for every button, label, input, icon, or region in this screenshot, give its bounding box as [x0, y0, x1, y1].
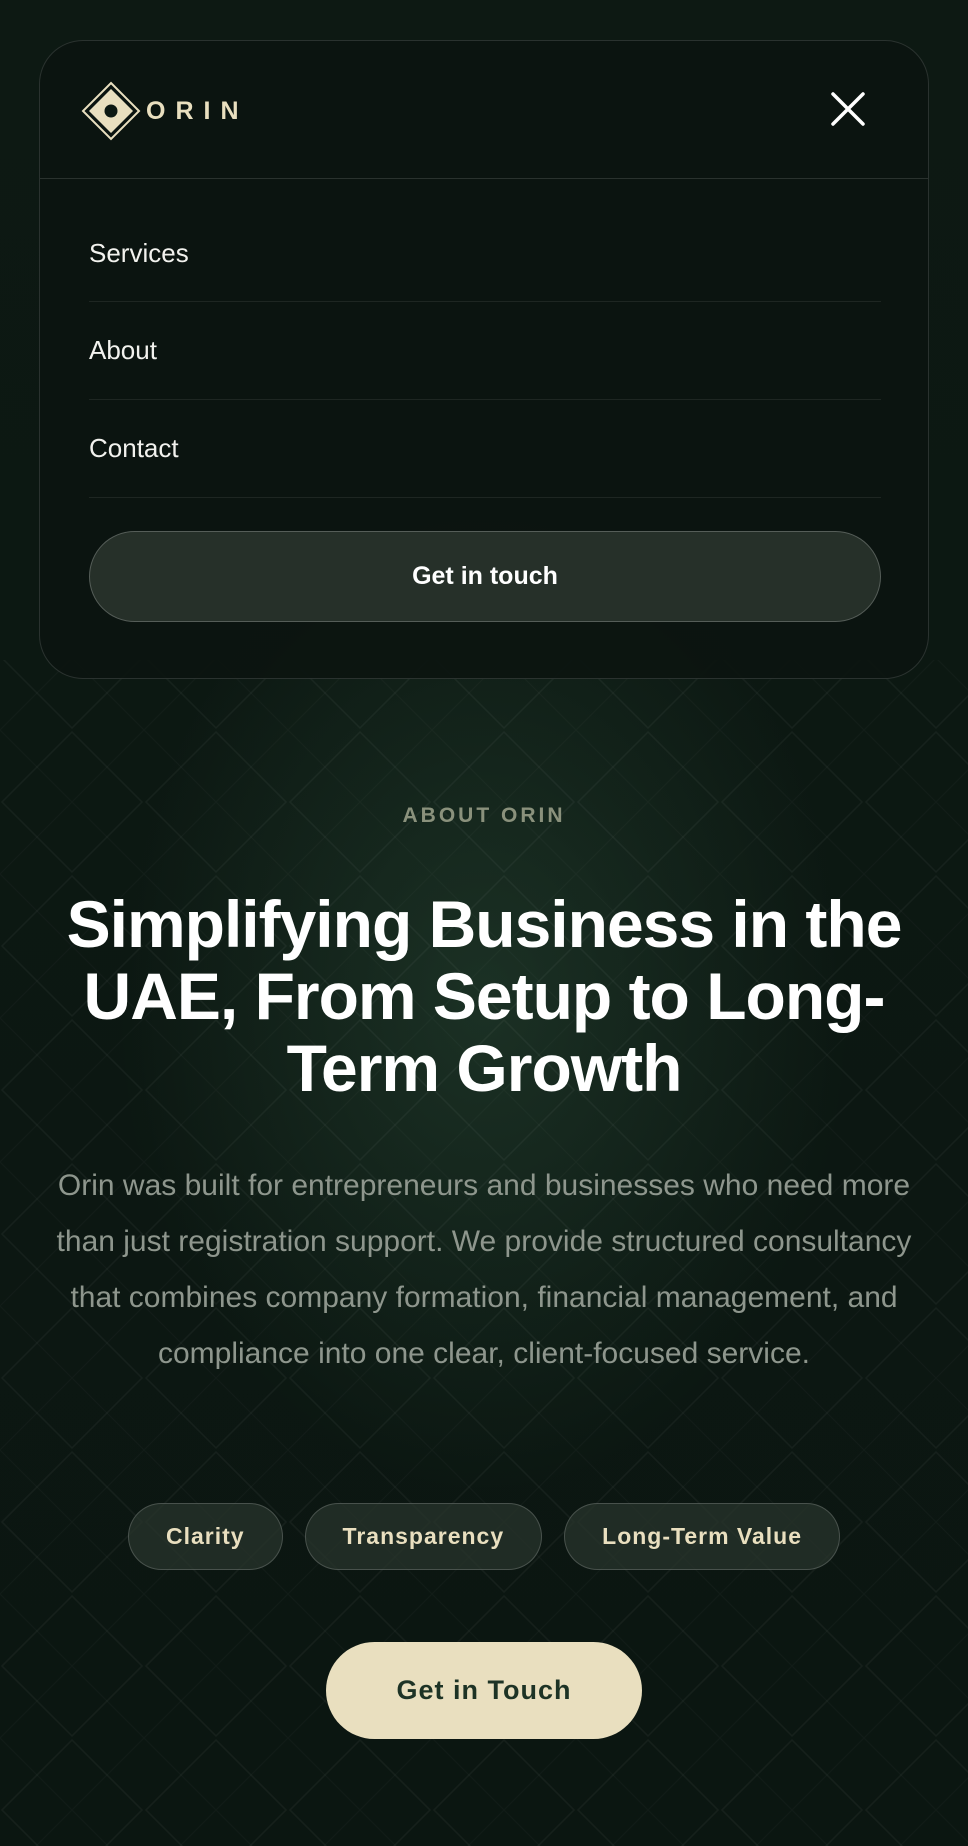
brand-name: ORIN [146, 96, 249, 125]
tag-clarity: Clarity [127, 1503, 283, 1570]
menu-get-in-touch-button[interactable]: Get in touch [89, 531, 881, 622]
nav-item-label: Services [89, 237, 189, 268]
mobile-menu-panel: ORIN Services About Contact Get in touch [39, 40, 929, 679]
nav-item-contact[interactable]: Contact [89, 400, 881, 498]
nav-item-label: Contact [89, 433, 179, 463]
tag-long-term-value: Long-Term Value [564, 1503, 841, 1570]
tag-transparency: Transparency [304, 1503, 543, 1570]
nav-item-label: About [89, 335, 157, 365]
menu-nav-list: Services About Contact [89, 205, 881, 498]
page-title: Simplifying Business in the UAE, From Se… [66, 887, 903, 1105]
close-icon[interactable] [830, 91, 866, 127]
menu-header: ORIN [40, 41, 928, 179]
nav-item-about[interactable]: About [89, 302, 881, 400]
hero-description: Orin was built for entrepreneurs and bus… [56, 1169, 912, 1370]
get-in-touch-button[interactable]: Get in Touch [326, 1642, 642, 1739]
section-eyebrow: ABOUT ORIN [402, 804, 566, 827]
brand-logo[interactable]: ORIN [80, 81, 249, 141]
nav-item-services[interactable]: Services [89, 205, 881, 302]
diamond-logo-icon [81, 81, 141, 141]
value-tags: Clarity Transparency Long-Term Value [0, 1503, 968, 1570]
